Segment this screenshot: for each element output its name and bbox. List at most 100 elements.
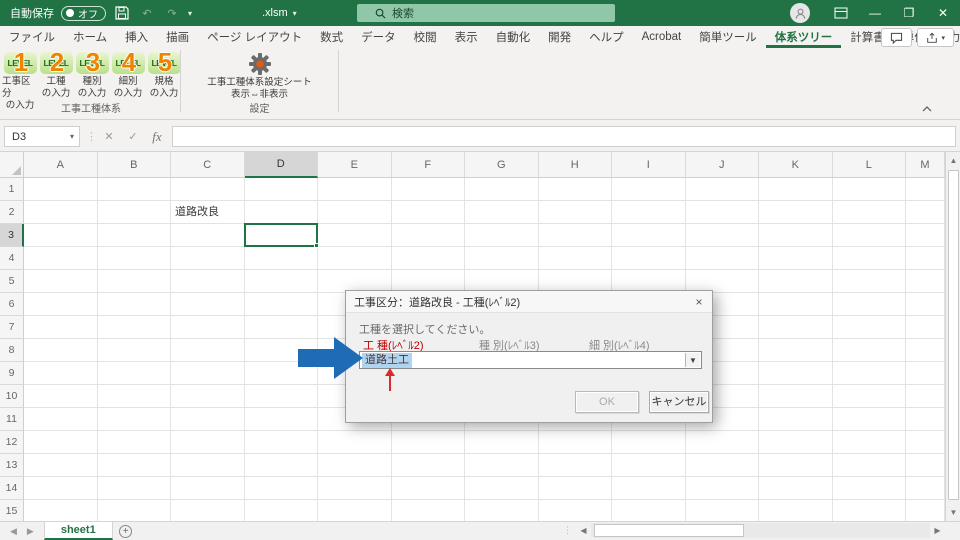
cell-I2[interactable] [612,201,686,224]
select-all-corner[interactable] [0,152,24,178]
cell-D3[interactable] [245,224,319,247]
cell-J1[interactable] [686,178,760,201]
cell-J4[interactable] [686,247,760,270]
cell-A12[interactable] [24,431,98,454]
row-header-9[interactable]: 9 [0,362,24,385]
cell-A3[interactable] [24,224,98,247]
cell-C3[interactable] [171,224,245,247]
cell-E3[interactable] [318,224,392,247]
cell-A1[interactable] [24,178,98,201]
cell-B5[interactable] [98,270,172,293]
cell-D15[interactable] [245,500,319,521]
cell-D2[interactable] [245,201,319,224]
cell-L15[interactable] [833,500,907,521]
dialog-titlebar[interactable]: 工事区分：道路改良 - 工種(ﾚﾍﾞﾙ2) × [346,291,712,313]
cell-L2[interactable] [833,201,907,224]
cell-L4[interactable] [833,247,907,270]
column-header-B[interactable]: B [98,152,172,178]
scroll-right-icon[interactable]: ▶ [930,523,945,538]
ok-button[interactable]: OK [575,391,639,413]
cell-C11[interactable] [171,408,245,431]
cell-L8[interactable] [833,339,907,362]
column-header-F[interactable]: F [392,152,466,178]
ribbon-tab-13[interactable]: 簡単ツール [690,26,766,48]
cell-M7[interactable] [906,316,945,339]
cell-A8[interactable] [24,339,98,362]
row-header-14[interactable]: 14 [0,477,24,500]
comments-button[interactable] [881,28,912,47]
ribbon-tab-12[interactable]: Acrobat [633,26,691,48]
cell-A9[interactable] [24,362,98,385]
cell-K12[interactable] [759,431,833,454]
cell-G4[interactable] [465,247,539,270]
horizontal-scrollbar[interactable]: ⋮ ◀ ▶ [563,522,945,539]
ribbon-tab-7[interactable]: 校閲 [405,26,446,48]
cell-D1[interactable] [245,178,319,201]
cell-B15[interactable] [98,500,172,521]
cell-F13[interactable] [392,454,466,477]
cell-K13[interactable] [759,454,833,477]
cell-J14[interactable] [686,477,760,500]
ribbon-button-toggle-settings-sheet[interactable]: 工事工種体系設定シート 表示⇔非表示 [183,50,336,101]
row-header-5[interactable]: 5 [0,270,24,293]
column-header-C[interactable]: C [171,152,245,178]
vertical-scrollbar[interactable]: ▲ ▼ [945,152,960,521]
cell-J3[interactable] [686,224,760,247]
cell-B1[interactable] [98,178,172,201]
name-box[interactable]: D3 ▾ [4,126,80,147]
cell-H15[interactable] [539,500,613,521]
cell-B4[interactable] [98,247,172,270]
cell-A11[interactable] [24,408,98,431]
fill-handle[interactable] [314,243,319,248]
column-header-H[interactable]: H [539,152,613,178]
cell-M4[interactable] [906,247,945,270]
cell-H12[interactable] [539,431,613,454]
collapse-ribbon-icon[interactable] [922,103,932,115]
cell-H13[interactable] [539,454,613,477]
cell-L12[interactable] [833,431,907,454]
cell-L9[interactable] [833,362,907,385]
cell-M3[interactable] [906,224,945,247]
cell-I4[interactable] [612,247,686,270]
undo-icon[interactable]: ↶ [138,5,156,21]
sheet-tab-sheet1[interactable]: sheet1 [44,522,113,540]
autosave-toggle[interactable]: オフ [61,6,106,21]
row-header-15[interactable]: 15 [0,500,24,521]
cell-K7[interactable] [759,316,833,339]
row-header-7[interactable]: 7 [0,316,24,339]
cell-H14[interactable] [539,477,613,500]
row-header-8[interactable]: 8 [0,339,24,362]
cell-L5[interactable] [833,270,907,293]
cell-B8[interactable] [98,339,172,362]
cell-D11[interactable] [245,408,319,431]
cell-C5[interactable] [171,270,245,293]
cell-E14[interactable] [318,477,392,500]
column-header-M[interactable]: M [906,152,945,178]
column-header-G[interactable]: G [465,152,539,178]
cell-B14[interactable] [98,477,172,500]
cell-I15[interactable] [612,500,686,521]
cell-K14[interactable] [759,477,833,500]
cell-K6[interactable] [759,293,833,316]
cell-I14[interactable] [612,477,686,500]
cell-M6[interactable] [906,293,945,316]
cell-M10[interactable] [906,385,945,408]
insert-function-icon[interactable]: fx [146,126,168,147]
cell-D4[interactable] [245,247,319,270]
cell-L13[interactable] [833,454,907,477]
cell-A15[interactable] [24,500,98,521]
cell-C14[interactable] [171,477,245,500]
scroll-up-icon[interactable]: ▲ [946,152,960,169]
cell-M2[interactable] [906,201,945,224]
horizontal-scroll-track[interactable] [591,523,930,538]
cell-C10[interactable] [171,385,245,408]
cell-B11[interactable] [98,408,172,431]
cell-A7[interactable] [24,316,98,339]
row-header-2[interactable]: 2 [0,201,24,224]
cell-K4[interactable] [759,247,833,270]
column-header-A[interactable]: A [24,152,98,178]
minimize-button[interactable]: — [858,0,892,26]
row-header-4[interactable]: 4 [0,247,24,270]
formula-bar-drag-dots[interactable]: ⋮ [86,130,98,143]
ribbon-tab-1[interactable]: ホーム [64,26,116,48]
